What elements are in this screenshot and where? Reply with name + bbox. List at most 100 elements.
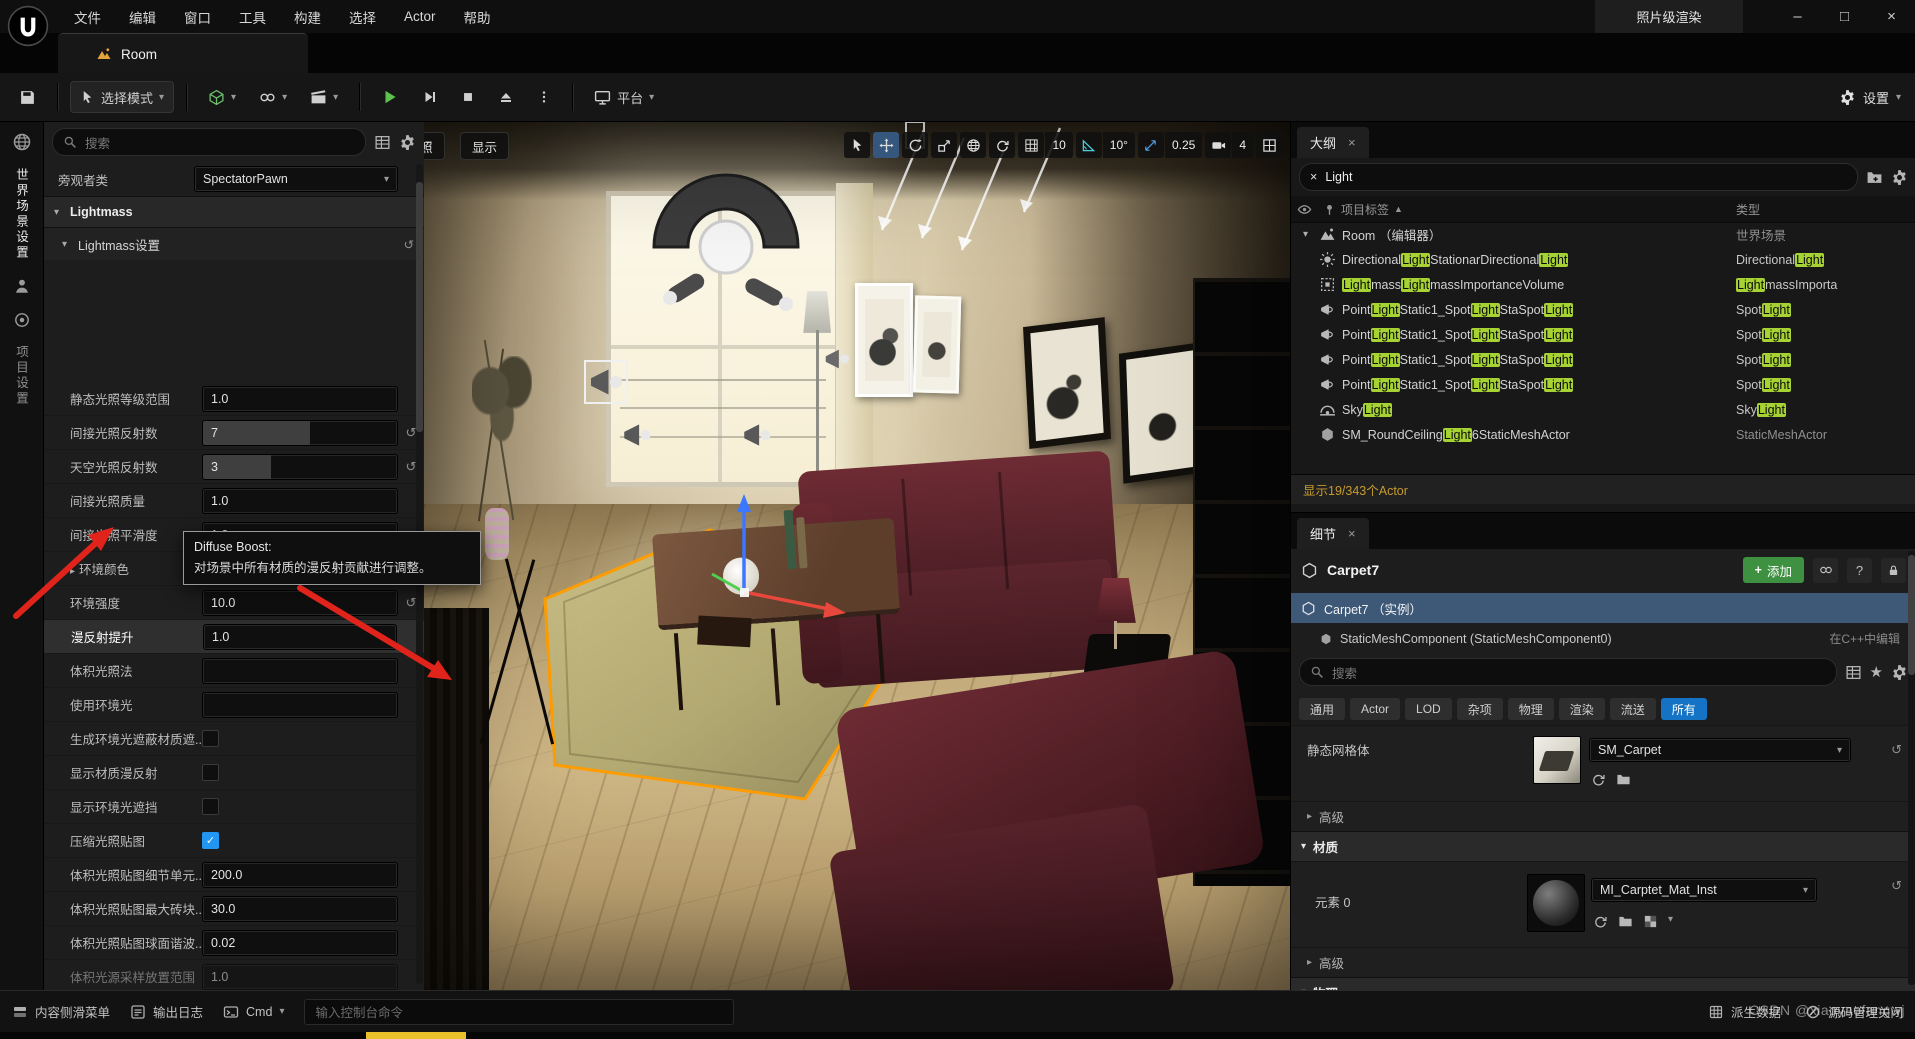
mesh-thumbnail[interactable] <box>1533 736 1581 784</box>
outliner-row[interactable]: DirectionalLightStationarDirectionalLigh… <box>1291 247 1915 272</box>
value-field[interactable]: 1.0 <box>202 964 398 990</box>
view-mode-button[interactable]: 照 <box>424 132 445 160</box>
browse-icon[interactable] <box>1618 914 1633 929</box>
tab-outliner[interactable]: 大纲 × <box>1297 127 1369 158</box>
outliner-row[interactable]: PointLightStatic1_SpotLightStaSpotLightS… <box>1291 347 1915 372</box>
camera-speed-value[interactable]: 4 <box>1232 132 1253 158</box>
new-folder-icon[interactable] <box>1866 169 1883 186</box>
spotlight-gizmo-icon[interactable] <box>620 418 654 452</box>
column-item-label[interactable]: 项目标签 <box>1341 201 1389 218</box>
help-button[interactable]: ? <box>1847 558 1872 583</box>
maximize-button[interactable]: □ <box>1821 0 1868 33</box>
platforms-dropdown[interactable]: 平台 ▾ <box>585 82 663 112</box>
favorites-star-icon[interactable]: ★ <box>1870 663 1883 681</box>
material-dropdown[interactable]: MI_Carptet_Mat_Inst ▾ <box>1591 878 1817 902</box>
outliner-row[interactable]: PointLightStatic1_SpotLightStaSpotLightS… <box>1291 372 1915 397</box>
column-view-icon[interactable] <box>1845 664 1862 681</box>
filter-chip-lod[interactable]: LOD <box>1405 698 1452 720</box>
gear-icon[interactable] <box>1891 664 1908 681</box>
material-options-icon[interactable] <box>1643 914 1658 929</box>
close-icon[interactable]: × <box>1348 526 1356 541</box>
advanced-row[interactable]: ▸ 高级 <box>1291 947 1915 977</box>
scale-snap-value[interactable]: 0.25 <box>1165 132 1202 158</box>
value-field[interactable] <box>202 692 398 718</box>
rail-project-settings[interactable]: 项目设置 <box>12 345 31 407</box>
unreal-logo-icon[interactable] <box>7 5 49 47</box>
checkbox[interactable]: ✓ <box>202 832 219 849</box>
outliner-row[interactable]: LightmassLightmassImportanceVolumeLightm… <box>1291 272 1915 297</box>
value-field[interactable]: 1.0 <box>203 624 397 650</box>
world-icon[interactable] <box>12 132 32 152</box>
gear-icon[interactable] <box>399 134 416 151</box>
show-flags-button[interactable]: 显示 <box>460 132 509 160</box>
menu-item-6[interactable]: Actor <box>390 0 450 33</box>
person-icon[interactable] <box>13 277 31 295</box>
menu-item-0[interactable]: 文件 <box>60 0 115 33</box>
play-options-button[interactable] <box>528 82 560 112</box>
blueprints-button[interactable]: ▾ <box>250 82 296 112</box>
browse-icon[interactable] <box>1616 772 1631 787</box>
checkbox[interactable] <box>202 798 219 815</box>
eye-icon[interactable] <box>1297 202 1312 217</box>
save-button[interactable] <box>10 82 45 112</box>
menu-item-7[interactable]: 帮助 <box>450 0 505 33</box>
spotlight-gizmo-icon[interactable] <box>584 360 628 404</box>
reset-icon[interactable]: ↺ <box>1891 742 1902 758</box>
lightmass-section-header[interactable]: ▾ Lightmass <box>44 196 424 228</box>
filter-chip-流送[interactable]: 流送 <box>1610 698 1656 720</box>
value-field[interactable]: 200.0 <box>202 862 398 888</box>
outliner-row[interactable]: PointLightStatic1_SpotLightStaSpotLightS… <box>1291 297 1915 322</box>
grid-snap-value[interactable]: 10 <box>1045 132 1072 158</box>
console-input[interactable]: 输入控制台命令 <box>304 999 734 1025</box>
expander-icon[interactable]: ▾ <box>1303 229 1319 240</box>
rotate-tool-button[interactable] <box>902 132 928 158</box>
menu-item-2[interactable]: 窗口 <box>170 0 225 33</box>
static-mesh-dropdown[interactable]: SM_Carpet ▾ <box>1589 738 1851 762</box>
menu-item-3[interactable]: 工具 <box>225 0 280 33</box>
value-field[interactable]: 30.0 <box>202 896 398 922</box>
stop-button[interactable] <box>452 82 484 112</box>
rotation-snap-toggle[interactable] <box>1076 132 1102 158</box>
spotlight-gizmo-icon[interactable] <box>740 418 774 452</box>
lightmass-settings-subheader[interactable]: ▾ Lightmass设置 ↺ <box>44 228 424 260</box>
filter-chip-物理[interactable]: 物理 <box>1508 698 1554 720</box>
reset-icon[interactable]: ↺ <box>404 237 414 252</box>
transform-gizmo[interactable] <box>674 482 874 652</box>
spotlight-gizmo-icon[interactable] <box>822 344 852 374</box>
use-selected-icon[interactable] <box>1593 914 1608 929</box>
outliner-row[interactable]: ▾Room （编辑器）世界场景 <box>1291 222 1915 247</box>
add-actor-button[interactable]: ▾ <box>199 82 245 112</box>
ceiling-light-gizmo[interactable] <box>614 152 834 352</box>
reset-icon[interactable]: ↺ <box>1891 878 1902 894</box>
filter-chip-所有[interactable]: 所有 <box>1661 698 1707 720</box>
outliner-search-input[interactable]: × Light <box>1299 163 1858 191</box>
checkbox[interactable] <box>202 730 219 747</box>
value-field[interactable]: 10.0 <box>202 590 398 616</box>
menu-item-1[interactable]: 编辑 <box>115 0 170 33</box>
menu-item-4[interactable]: 构建 <box>280 0 335 33</box>
rotation-snap-value[interactable]: 10° <box>1103 132 1135 158</box>
details-search-input[interactable]: 搜索 <box>1299 658 1837 686</box>
use-selected-icon[interactable] <box>1591 772 1606 787</box>
value-field[interactable]: 1.0 <box>202 386 398 412</box>
maximize-viewport-button[interactable] <box>1256 132 1282 158</box>
scrollbar-thumb[interactable] <box>416 182 423 432</box>
blueprint-convert-button[interactable] <box>1813 558 1838 583</box>
frame-skip-button[interactable] <box>413 82 447 112</box>
search-input[interactable]: 搜索 <box>52 128 366 156</box>
surface-snap-button[interactable] <box>989 132 1015 158</box>
lock-button[interactable] <box>1881 558 1906 583</box>
scale-tool-button[interactable] <box>931 132 957 158</box>
cinematics-button[interactable]: ▾ <box>301 82 347 112</box>
select-mode-dropdown[interactable]: 选择模式 ▾ <box>70 81 174 113</box>
component-row[interactable]: StaticMeshComponent (StaticMeshComponent… <box>1291 625 1915 652</box>
level-viewport[interactable]: 照 显示 10 10° 0.25 4 <box>424 122 1290 990</box>
minimize-button[interactable]: – <box>1774 0 1821 33</box>
value-field[interactable] <box>202 658 398 684</box>
translate-tool-button[interactable] <box>873 132 899 158</box>
scrollbar-thumb[interactable] <box>1908 555 1915 675</box>
outliner-row[interactable]: SM_RoundCeilingLight6StaticMeshActorStat… <box>1291 422 1915 447</box>
value-field[interactable]: 3 <box>202 454 398 480</box>
column-type[interactable]: 类型 <box>1736 201 1760 218</box>
tab-room[interactable]: Room <box>58 33 308 74</box>
